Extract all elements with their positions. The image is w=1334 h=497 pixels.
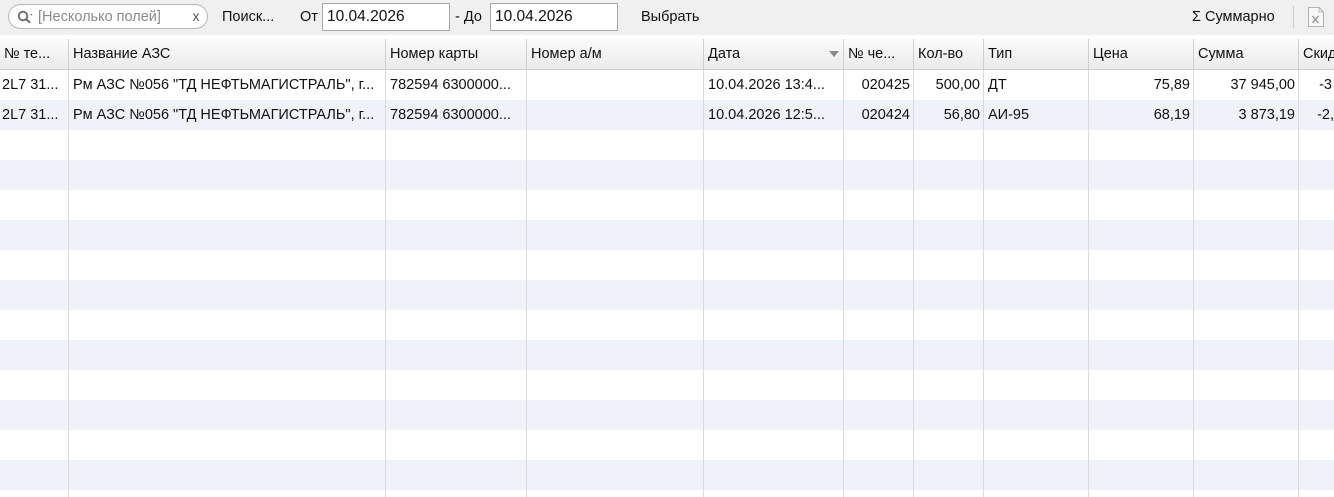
clear-search-button[interactable]: x <box>189 7 203 25</box>
cell-date: 10.04.2026 12:5... <box>708 107 825 123</box>
column-header-price[interactable]: Цена <box>1089 39 1194 70</box>
cell-terminal: 2L7 31... <box>2 77 59 93</box>
column-divider <box>1298 70 1299 497</box>
column-header-date-label: Дата <box>708 46 741 62</box>
empty-row <box>0 250 1334 280</box>
cell-card: 782594 6300000... <box>390 77 511 93</box>
column-divider <box>1193 70 1194 497</box>
empty-row <box>0 400 1334 430</box>
toolbar: x Поиск... От - До Выбрать Σ Суммарно <box>0 0 1334 35</box>
column-header-check[interactable]: № че... <box>844 39 914 70</box>
toolbar-separator <box>1293 6 1294 28</box>
column-divider <box>703 70 704 497</box>
search-icon <box>17 10 33 24</box>
cell-station: Рм АЗС №056 "ТД НЕФТЬМАГИСТРАЛЬ", г... <box>73 77 375 93</box>
cell-check: 020424 <box>861 107 910 123</box>
column-divider <box>68 70 69 497</box>
date-from-label: От <box>300 9 318 25</box>
cell-price: 68,19 <box>1153 107 1190 123</box>
empty-row <box>0 280 1334 310</box>
cell-date: 10.04.2026 13:4... <box>708 77 825 93</box>
table-row[interactable]: 2L7 31... Рм АЗС №056 "ТД НЕФТЬМАГИСТРАЛ… <box>0 70 1334 100</box>
empty-row <box>0 370 1334 400</box>
empty-row <box>0 340 1334 370</box>
date-from-input[interactable] <box>322 3 450 31</box>
column-header-quantity[interactable]: Кол-во <box>914 39 984 70</box>
table-row[interactable]: 2L7 31... Рм АЗС №056 "ТД НЕФТЬМАГИСТРАЛ… <box>0 100 1334 130</box>
cell-quantity: 500,00 <box>935 77 980 93</box>
column-header-type[interactable]: Тип <box>984 39 1089 70</box>
cell-station: Рм АЗС №056 "ТД НЕФТЬМАГИСТРАЛЬ", г... <box>73 107 375 123</box>
cell-type: ДТ <box>988 77 1007 93</box>
cell-terminal: 2L7 31... <box>2 107 59 123</box>
select-button[interactable]: Выбрать <box>641 9 699 26</box>
grid-header: № те... Название АЗС Номер карты Номер а… <box>0 39 1334 70</box>
cell-quantity: 56,80 <box>943 107 980 123</box>
search-button[interactable]: Поиск... <box>222 9 274 26</box>
column-header-station[interactable]: Название АЗС <box>69 39 386 70</box>
grid-body: 2L7 31... Рм АЗС №056 "ТД НЕФТЬМАГИСТРАЛ… <box>0 70 1334 497</box>
empty-row <box>0 160 1334 190</box>
cell-sum: 37 945,00 <box>1230 77 1295 93</box>
summary-button[interactable]: Σ Суммарно <box>1192 9 1275 26</box>
column-header-date[interactable]: Дата <box>704 39 844 70</box>
cell-card: 782594 6300000... <box>390 107 511 123</box>
sort-descending-icon <box>829 51 839 57</box>
empty-row <box>0 220 1334 250</box>
empty-row <box>0 130 1334 160</box>
search-input[interactable] <box>38 8 188 26</box>
cell-check: 020425 <box>861 77 910 93</box>
cell-discount: -2, <box>1317 107 1334 123</box>
column-header-vehicle[interactable]: Номер а/м <box>527 39 704 70</box>
date-to-label: - До <box>455 9 482 25</box>
cell-price: 75,89 <box>1153 77 1190 93</box>
column-divider <box>983 70 984 497</box>
cell-discount: -3 <box>1319 77 1332 93</box>
column-divider <box>385 70 386 497</box>
empty-row <box>0 310 1334 340</box>
column-divider <box>526 70 527 497</box>
cell-vehicle <box>527 100 704 130</box>
empty-row <box>0 460 1334 490</box>
date-to-input[interactable] <box>490 3 618 31</box>
column-header-discount[interactable]: Скид <box>1299 39 1334 70</box>
cell-vehicle <box>527 70 704 100</box>
empty-row <box>0 190 1334 220</box>
excel-export-icon[interactable] <box>1307 6 1325 28</box>
cell-type: АИ-95 <box>988 107 1030 123</box>
transactions-grid: № те... Название АЗС Номер карты Номер а… <box>0 39 1334 497</box>
column-header-card[interactable]: Номер карты <box>386 39 527 70</box>
search-box[interactable]: x <box>8 4 208 29</box>
column-divider <box>843 70 844 497</box>
cell-sum: 3 873,19 <box>1238 107 1295 123</box>
column-header-sum[interactable]: Сумма <box>1194 39 1299 70</box>
column-divider <box>913 70 914 497</box>
empty-row <box>0 430 1334 460</box>
column-header-terminal[interactable]: № те... <box>0 39 69 70</box>
column-divider <box>1088 70 1089 497</box>
